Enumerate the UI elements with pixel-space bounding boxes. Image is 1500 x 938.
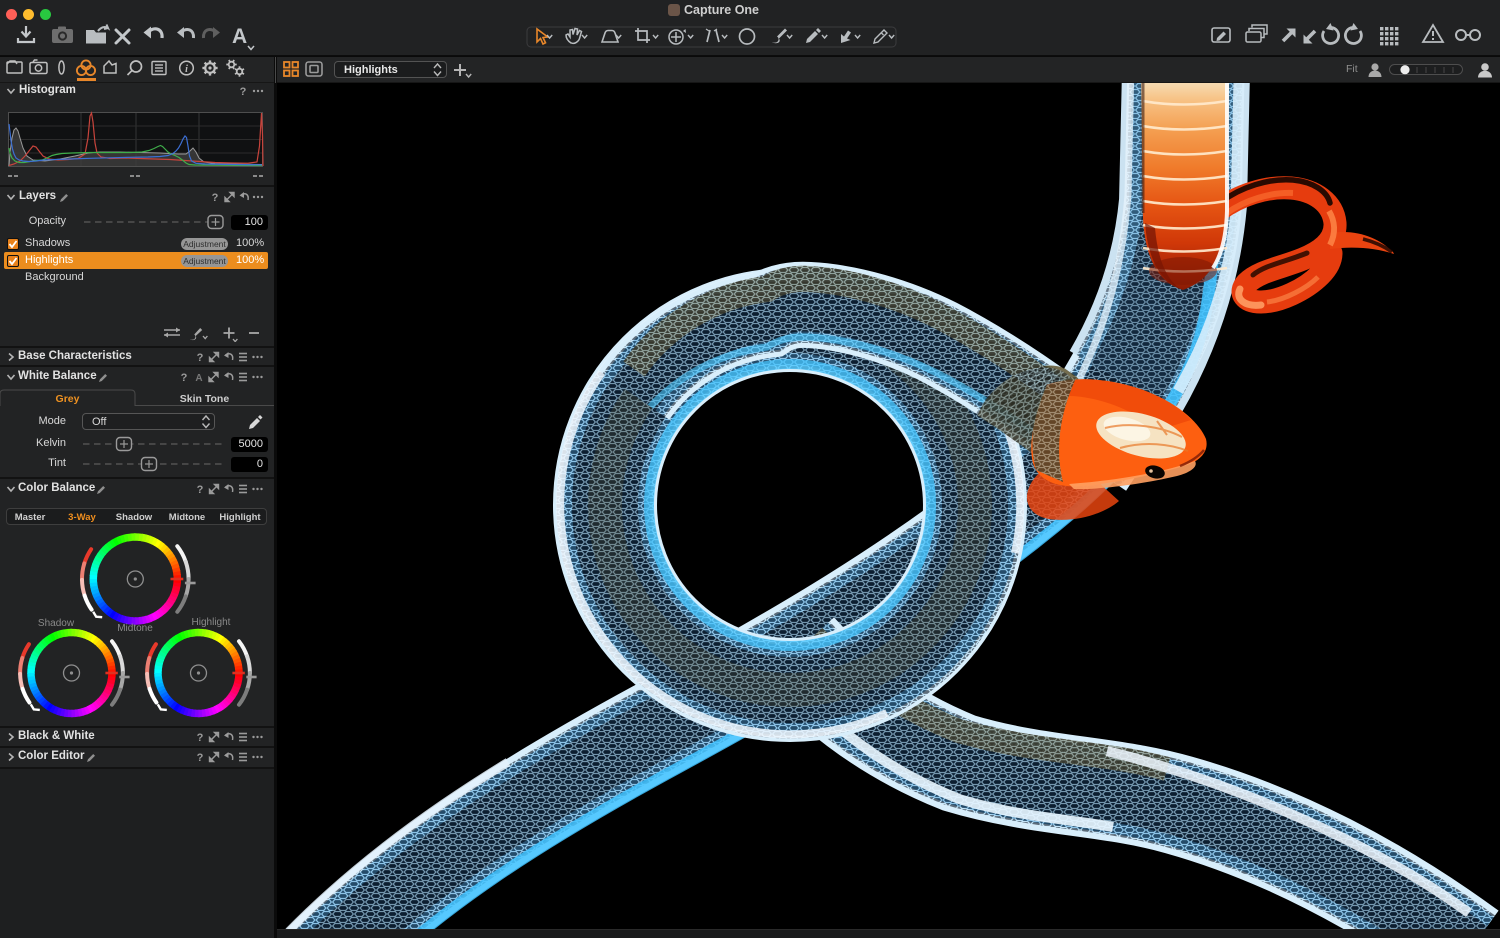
svg-text:?: ? bbox=[212, 192, 219, 204]
svg-text:Midtone: Midtone bbox=[117, 623, 153, 634]
svg-text:A: A bbox=[195, 373, 202, 384]
svg-text:?: ? bbox=[197, 484, 204, 496]
svg-text:Highlight: Highlight bbox=[192, 617, 231, 628]
svg-text:?: ? bbox=[197, 732, 204, 744]
svg-text:?: ? bbox=[181, 372, 188, 384]
svg-text:?: ? bbox=[197, 752, 204, 764]
svg-text:Shadow: Shadow bbox=[38, 618, 75, 629]
svg-text:?: ? bbox=[197, 352, 204, 364]
svg-text:?: ? bbox=[240, 86, 247, 98]
